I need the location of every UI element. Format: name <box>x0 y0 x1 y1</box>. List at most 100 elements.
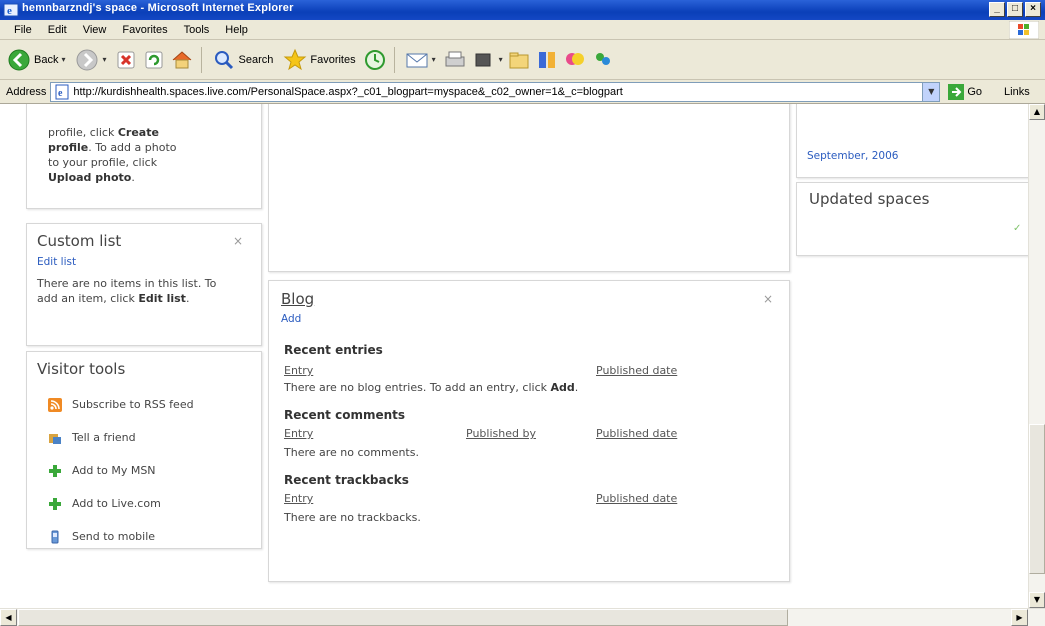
add-my-msn-item[interactable]: Add to My MSN <box>48 454 258 487</box>
tell-friend-label: Tell a friend <box>72 431 136 444</box>
create-profile-link[interactable]: Create <box>118 126 159 139</box>
send-mobile-label: Send to mobile <box>72 530 156 543</box>
blog-add-link[interactable]: Add <box>281 313 301 325</box>
recent-trackbacks-heading: Recent trackbacks <box>284 473 409 487</box>
stop-icon[interactable] <box>114 48 138 72</box>
menu-edit[interactable]: Edit <box>40 24 75 36</box>
add-entry-link[interactable]: Add <box>551 381 575 394</box>
title-bar: e hemnbarzndj's space - Microsoft Intern… <box>0 0 1045 20</box>
history-icon[interactable] <box>363 48 387 72</box>
toolbar: Back ▾ ▾ Search Favorites ▾ ▾ <box>0 40 1045 80</box>
svg-text:e: e <box>7 5 12 17</box>
home-icon[interactable] <box>170 48 194 72</box>
back-label: Back <box>34 53 59 66</box>
go-label: Go <box>967 85 983 98</box>
page-icon: e <box>55 84 69 99</box>
menu-view[interactable]: View <box>75 24 115 36</box>
page-viewport: profile, click Create profile. To add a … <box>0 104 1028 608</box>
go-button[interactable]: Go <box>948 83 983 100</box>
chevron-down-icon[interactable]: ▾ <box>61 55 65 64</box>
add-live-label: Add to Live.com <box>72 497 161 510</box>
published-date-column-header[interactable]: Published date <box>596 492 677 505</box>
menu-favorites[interactable]: Favorites <box>114 24 175 36</box>
blog-title[interactable]: Blog <box>281 290 314 308</box>
address-label: Address <box>6 85 47 98</box>
msn-people-icon[interactable] <box>591 48 615 72</box>
close-icon[interactable]: × <box>763 292 773 306</box>
ie-logo-icon: e <box>3 3 19 17</box>
menu-file[interactable]: File <box>6 24 40 36</box>
check-icon: ✓ <box>1013 223 1022 234</box>
scroll-left-icon[interactable]: ◀ <box>0 609 17 626</box>
refresh-icon[interactable] <box>142 48 166 72</box>
calendar-panel: September, 2006 <box>796 104 1028 178</box>
menu-help[interactable]: Help <box>217 24 256 36</box>
mail-icon <box>406 53 428 67</box>
middle-top-panel <box>268 104 790 272</box>
windows-logo-icon <box>1009 21 1039 39</box>
published-date-column-header[interactable]: Published date <box>596 427 677 440</box>
close-icon[interactable]: × <box>233 234 243 248</box>
plus-icon <box>49 464 61 477</box>
add-live-item[interactable]: Add to Live.com <box>48 487 258 520</box>
search-button[interactable]: Search <box>209 46 277 74</box>
forward-button[interactable]: ▾ <box>72 46 109 74</box>
no-entries-text: There are no blog entries. To add an ent… <box>284 381 579 394</box>
edit-list-link[interactable]: Edit list <box>37 256 76 268</box>
entry-column-header[interactable]: Entry <box>284 364 313 377</box>
entry-column-header[interactable]: Entry <box>284 492 313 505</box>
menu-tools[interactable]: Tools <box>176 24 218 36</box>
archive-date-link[interactable]: September, 2006 <box>807 150 898 162</box>
favorites-button[interactable]: Favorites <box>280 46 358 74</box>
entry-column-header[interactable]: Entry <box>284 427 313 440</box>
add-my-msn-label: Add to My MSN <box>72 464 156 477</box>
plus-icon <box>49 497 61 510</box>
back-button[interactable]: Back ▾ <box>4 46 68 74</box>
address-dropdown-icon[interactable]: ▼ <box>922 82 940 101</box>
profile-panel: profile, click Create profile. To add a … <box>26 104 262 209</box>
close-button[interactable]: × <box>1025 2 1041 17</box>
vertical-scrollbar[interactable]: ▲ ▼ <box>1028 104 1045 608</box>
edit-icon[interactable] <box>471 48 495 72</box>
recent-entries-heading: Recent entries <box>284 343 383 357</box>
edit-list-bold-link[interactable]: Edit list <box>138 292 186 305</box>
print-icon[interactable] <box>443 48 467 72</box>
profile-text: profile, click Create profile. To add a … <box>48 126 177 184</box>
h-scroll-thumb[interactable] <box>18 609 788 626</box>
published-by-column-header[interactable]: Published by <box>466 427 536 440</box>
published-date-column-header[interactable]: Published date <box>596 364 677 377</box>
search-label: Search <box>238 53 274 66</box>
chevron-down-icon[interactable]: ▾ <box>102 55 106 64</box>
mail-button[interactable]: ▾ <box>402 46 439 74</box>
tell-friend-item[interactable]: Tell a friend <box>48 421 258 454</box>
address-url: http://kurdishhealth.spaces.live.com/Per… <box>73 85 623 98</box>
scroll-up-icon[interactable]: ▲ <box>1029 104 1045 120</box>
send-mobile-item[interactable]: Send to mobile <box>48 520 258 553</box>
scroll-right-icon[interactable]: ▶ <box>1011 609 1028 626</box>
messenger-icon[interactable] <box>563 48 587 72</box>
scroll-thumb[interactable] <box>1029 424 1045 574</box>
updated-spaces-panel: Updated spaces ✓ <box>796 182 1028 256</box>
create-profile-link-2[interactable]: profile <box>48 141 88 154</box>
star-icon <box>283 48 307 70</box>
back-arrow-icon <box>8 49 30 70</box>
links-button[interactable]: Links <box>1004 86 1030 98</box>
chevron-down-icon[interactable]: ▾ <box>499 55 503 64</box>
visitor-tools-panel: Visitor tools Subscribe to RSS feed Tell… <box>26 351 262 549</box>
horizontal-scrollbar[interactable]: ◀ ▶ <box>0 608 1045 626</box>
window-title: hemnbarzndj's space - Microsoft Internet… <box>22 2 294 14</box>
recent-comments-heading: Recent comments <box>284 408 406 422</box>
subscribe-rss-label: Subscribe to RSS feed <box>72 398 194 411</box>
scroll-down-icon[interactable]: ▼ <box>1029 592 1045 608</box>
address-input[interactable]: e http://kurdishhealth.spaces.live.com/P… <box>50 81 941 102</box>
forward-arrow-icon <box>76 49 98 70</box>
maximize-button[interactable]: □ <box>1007 2 1023 17</box>
upload-photo-link[interactable]: Upload photo <box>48 171 131 184</box>
research-icon[interactable] <box>535 48 559 72</box>
chevron-down-icon[interactable]: ▾ <box>432 55 436 64</box>
subscribe-rss-item[interactable]: Subscribe to RSS feed <box>48 388 258 421</box>
address-bar: Address e http://kurdishhealth.spaces.li… <box>0 80 1045 104</box>
mobile-icon <box>51 530 59 543</box>
minimize-button[interactable]: _ <box>989 2 1005 17</box>
folder-icon[interactable] <box>507 48 531 72</box>
